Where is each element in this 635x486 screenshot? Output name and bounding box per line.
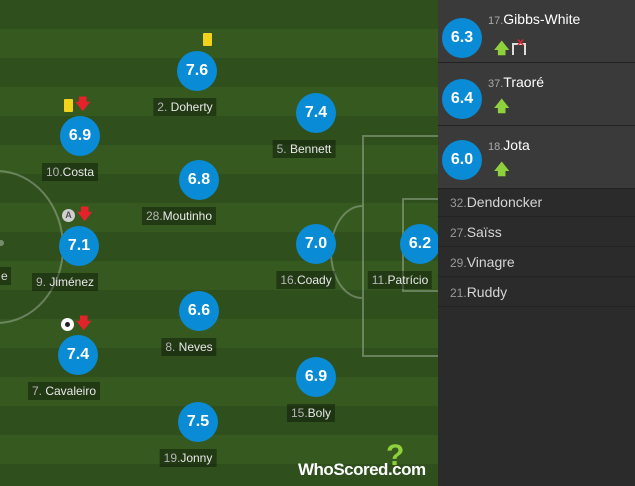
player-rating: 6.9: [60, 116, 100, 156]
player-name-row: 17.Gibbs-White: [488, 11, 580, 27]
player-name: Cavaleiro: [45, 384, 97, 398]
player-rating: 7.4: [296, 93, 336, 133]
player-number: 21.: [450, 286, 467, 300]
sub-off-icon: 🡇: [77, 206, 93, 223]
player-number: 7.: [31, 384, 42, 398]
player-name-tag: 19.Jonny: [159, 449, 217, 467]
player-number: 19.: [163, 451, 181, 465]
player-number: 32.: [450, 196, 467, 210]
player-name-tag: 9. Jiménez: [31, 273, 99, 291]
center-circle: [0, 170, 64, 324]
substitutes-panel: 6.3 17.Gibbs-White 🡅 6.4 37.Traoré 🡅 6.0…: [438, 0, 635, 486]
player-name: Boly: [307, 406, 332, 420]
player-name-tag: 28.Moutinho: [141, 207, 217, 225]
player-number: 2.: [157, 100, 168, 114]
player-name-row: 18.Jota: [488, 137, 530, 153]
event-icons: [203, 33, 212, 46]
player-rating: 7.4: [58, 335, 98, 375]
player-rating: 7.5: [178, 402, 218, 442]
event-icons: 🡇: [61, 315, 92, 332]
yellow-card-icon: [64, 98, 73, 112]
bench-player[interactable]: 29.Vinagre: [438, 248, 635, 277]
player-name: Vinagre: [466, 254, 515, 270]
player-name: Jota: [503, 137, 530, 153]
player-number: 10.: [45, 165, 63, 179]
player-number: 17.: [488, 15, 504, 27]
sub-player-gibbs-white[interactable]: 6.3 17.Gibbs-White 🡅: [438, 0, 635, 63]
player-rating: 6.9: [296, 357, 336, 397]
event-icons: A 🡇: [62, 206, 93, 223]
player-number: 28.: [145, 209, 163, 223]
player-name-tag: 5. Bennett: [272, 140, 336, 158]
player-name: Costa: [62, 165, 95, 179]
logo-text: WhoScored.com: [298, 460, 426, 479]
player-number: 15.: [290, 406, 308, 420]
player-name: Coady: [297, 273, 332, 287]
captain-icon: A: [62, 208, 75, 222]
player-name-tag: 7. Cavaleiro: [27, 382, 101, 400]
player-name-tag: 16.Coady: [276, 271, 336, 289]
player-number: 37.: [488, 78, 504, 90]
sub-off-icon: 🡇: [75, 96, 91, 113]
player-name: Traoré: [503, 74, 545, 90]
sub-off-icon: 🡇: [76, 315, 92, 332]
player-number: 11.: [371, 273, 388, 287]
player-name: Bennett: [289, 142, 332, 156]
player-name: Doherty: [170, 100, 213, 114]
player-name: Saïss: [466, 224, 502, 240]
event-icons: 🡅: [494, 161, 510, 178]
bench-player[interactable]: 32.Dendoncker: [438, 188, 635, 217]
event-icons: 🡅: [494, 98, 510, 115]
sub-on-icon: 🡅: [494, 161, 510, 178]
player-name: Neves: [178, 340, 213, 354]
player-number: 9.: [35, 275, 46, 289]
bench-player[interactable]: 27.Saïss: [438, 218, 635, 247]
player-name-tag: 15.Boly: [286, 404, 336, 422]
player-number: 8.: [165, 340, 176, 354]
player-number: 16.: [280, 273, 297, 287]
player-number: 29.: [450, 256, 467, 270]
player-name: Ruddy: [466, 284, 508, 300]
player-name-row: 37.Traoré: [488, 74, 544, 90]
goal-disallowed-icon: [512, 38, 527, 55]
player-name: Patrício: [387, 273, 429, 287]
player-name: Gibbs-White: [503, 11, 581, 27]
player-number: 27.: [450, 226, 467, 240]
event-icons: 🡇: [64, 96, 91, 113]
player-name: Dendoncker: [466, 194, 543, 210]
edge-label: e: [0, 267, 11, 285]
yellow-card-icon: [203, 33, 212, 46]
player-rating: 6.4: [442, 79, 482, 119]
sub-player-jota[interactable]: 6.0 18.Jota 🡅: [438, 126, 635, 189]
player-number: 5.: [276, 142, 287, 156]
player-rating: 7.6: [177, 51, 217, 91]
player-rating: 6.0: [442, 140, 482, 180]
sub-on-icon: 🡅: [494, 40, 510, 57]
player-rating: 6.8: [179, 160, 219, 200]
sub-player-traore[interactable]: 6.4 37.Traoré 🡅: [438, 63, 635, 126]
sub-on-icon: 🡅: [494, 98, 510, 115]
bench-player[interactable]: 21.Ruddy: [438, 278, 635, 307]
player-name: Jonny: [180, 451, 213, 465]
player-name: Moutinho: [162, 209, 213, 223]
player-name-tag: 8. Neves: [161, 338, 217, 356]
player-rating: 6.6: [179, 291, 219, 331]
player-rating: 7.0: [296, 224, 336, 264]
goal-icon: [61, 317, 74, 331]
player-name: Jiménez: [49, 275, 95, 289]
player-rating: 7.1: [59, 226, 99, 266]
pitch: e 7.6 2. Doherty 🡇 6.9 10.Costa 7.4 5. B…: [0, 0, 438, 486]
player-name-tag: 10.Costa: [41, 163, 99, 181]
player-rating: 6.3: [442, 18, 482, 58]
event-icons: 🡅: [494, 38, 527, 57]
player-name-tag: 2. Doherty: [153, 98, 217, 116]
player-rating: 6.2: [400, 224, 438, 264]
player-name-tag: 11.Patrício: [367, 271, 433, 289]
player-number: 18.: [488, 141, 504, 153]
